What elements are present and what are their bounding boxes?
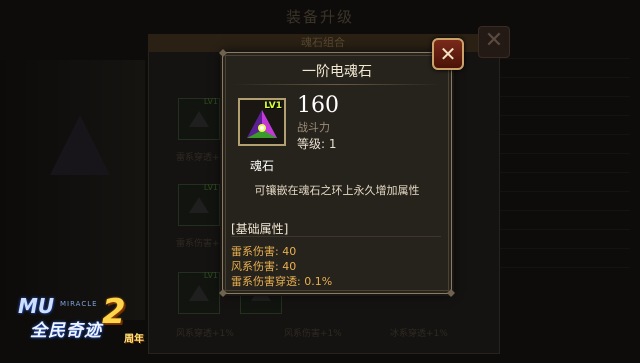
close-button[interactable]: ✕ bbox=[432, 38, 464, 70]
slot-caption: 风系伤害+1% bbox=[284, 329, 342, 339]
game-logo: MU MIRACLE 全民奇迹 2 周年 bbox=[10, 292, 170, 358]
background-title: 装备升级 bbox=[285, 8, 354, 26]
stone-icon bbox=[189, 197, 209, 213]
item-type: 魂石 bbox=[249, 159, 274, 173]
item-description: 可镶嵌在魂石之环上永久增加属性 bbox=[254, 184, 420, 197]
logo-miracle: MIRACLE bbox=[60, 300, 98, 308]
combat-power-value: 160 bbox=[297, 93, 339, 118]
slot-caption: 风系穿透+1% bbox=[176, 329, 234, 339]
title-divider bbox=[233, 84, 441, 85]
item-tooltip: 一阶电魂石 LV1 160 战斗力 等级: 1 魂石 可镶嵌在魂石之环上永久增加… bbox=[219, 49, 455, 297]
background-left-panel bbox=[0, 60, 145, 320]
slot-level: LV1 bbox=[203, 183, 218, 192]
background-stone-image bbox=[50, 115, 110, 175]
background-side-list bbox=[500, 40, 630, 340]
background-slot[interactable]: LV1 bbox=[178, 183, 220, 226]
attributes-section-title: [基础属性] bbox=[231, 222, 289, 236]
stone-icon bbox=[189, 285, 209, 301]
slot-level: LV1 bbox=[203, 271, 218, 280]
triangle-soul-stone-icon bbox=[247, 110, 277, 138]
slot-caption: 冰系穿透+1% bbox=[390, 329, 448, 339]
logo-two: 2 bbox=[102, 292, 126, 332]
item-icon-frame: LV1 bbox=[238, 98, 286, 146]
background-slot[interactable]: LV1 bbox=[178, 97, 220, 140]
combat-power-label: 战斗力 bbox=[297, 121, 330, 134]
section-divider bbox=[231, 236, 441, 237]
close-x-icon: ✕ bbox=[439, 42, 457, 66]
slot-level: LV1 bbox=[203, 97, 218, 106]
background-slot[interactable]: LV1 bbox=[178, 271, 220, 314]
item-level: 等级: 1 bbox=[297, 137, 337, 151]
logo-anniversary: 周年 bbox=[124, 334, 144, 345]
item-title: 一阶电魂石 bbox=[302, 64, 372, 80]
attribute-line: 雷系伤害穿透: 0.1% bbox=[231, 275, 333, 288]
background-close-icon[interactable]: ✕ bbox=[478, 26, 510, 58]
attribute-line: 风系伤害: 40 bbox=[231, 260, 297, 273]
logo-mu: MU bbox=[18, 294, 55, 318]
stone-icon bbox=[189, 111, 209, 127]
logo-title: 全民奇迹 bbox=[30, 321, 102, 341]
attribute-line: 雷系伤害: 40 bbox=[231, 245, 297, 258]
